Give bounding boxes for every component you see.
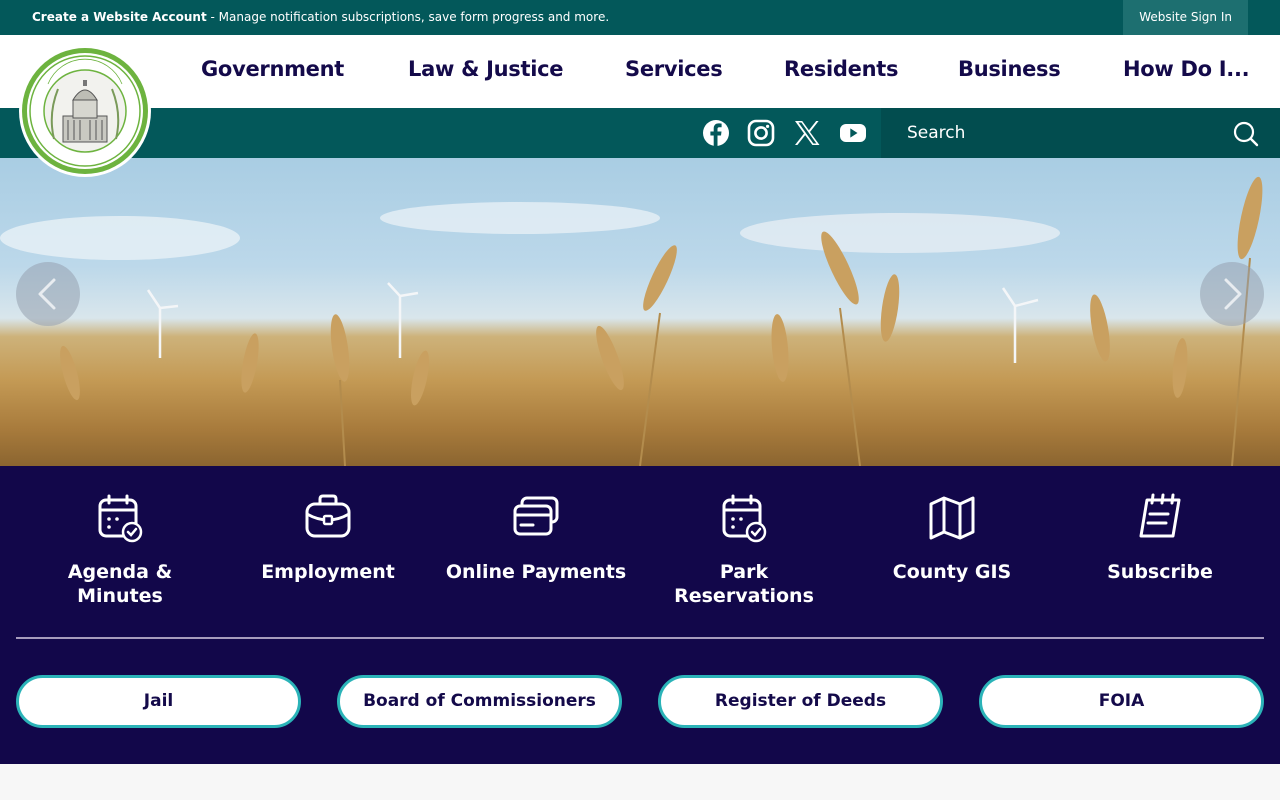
quick-link-park-reservations[interactable]: Park Reservations <box>649 492 839 608</box>
instagram-icon[interactable] <box>746 118 776 148</box>
quick-link-employment[interactable]: Employment <box>233 492 423 584</box>
facebook-icon[interactable] <box>701 118 731 148</box>
jail-button[interactable]: Jail <box>16 675 301 728</box>
calendar-check-icon <box>98 494 143 543</box>
create-account-link[interactable]: Create a Website Account <box>32 10 207 24</box>
quick-link-label: County GIS <box>892 561 1012 583</box>
quick-link-label: Online Payments <box>445 561 627 583</box>
quick-link-label: Employment <box>261 561 395 583</box>
chevron-left-icon <box>38 278 56 310</box>
quick-link-subscribe[interactable]: Subscribe <box>1065 492 1255 584</box>
search-box <box>881 108 1280 158</box>
quick-link-online-payments[interactable]: Online Payments <box>441 492 631 584</box>
section-divider <box>16 637 1264 639</box>
quick-link-label: Subscribe <box>1107 561 1213 583</box>
search-input[interactable] <box>881 108 1221 158</box>
account-message: Create a Website Account - Manage notifi… <box>32 10 609 24</box>
notepad-icon <box>1139 493 1181 538</box>
nav-services[interactable]: Services <box>625 57 723 81</box>
quick-link-county-gis[interactable]: County GIS <box>857 492 1047 584</box>
search-icon[interactable] <box>1232 120 1260 148</box>
account-message-text: - Manage notification subscriptions, sav… <box>206 10 610 24</box>
social-search-bar <box>0 108 1280 158</box>
nav-business[interactable]: Business <box>958 57 1061 81</box>
briefcase-icon <box>305 494 351 538</box>
hero-slideshow <box>0 158 1280 466</box>
quick-link-agenda-minutes[interactable]: Agenda & Minutes <box>25 492 215 608</box>
youtube-icon[interactable] <box>838 118 868 148</box>
next-section-strip <box>0 764 1280 800</box>
nav-how-do-i[interactable]: How Do I... <box>1123 57 1250 81</box>
site-header: Government Law & Justice Services Reside… <box>0 35 1280 108</box>
chevron-right-icon <box>1224 278 1242 310</box>
credit-cards-icon <box>513 496 559 536</box>
quick-link-label: Agenda & Minutes <box>67 561 173 607</box>
wheat-field-image <box>0 176 1263 466</box>
county-seal-logo[interactable] <box>18 44 152 178</box>
register-of-deeds-button[interactable]: Register of Deeds <box>658 675 943 728</box>
map-icon <box>929 496 975 540</box>
next-slide-button[interactable] <box>1200 262 1264 326</box>
quick-links-section: Agenda & Minutes Employment Online Payme… <box>0 466 1280 764</box>
utility-bar: Create a Website Account - Manage notifi… <box>0 0 1280 35</box>
nav-law-justice[interactable]: Law & Justice <box>408 57 563 81</box>
x-icon[interactable] <box>792 118 822 148</box>
nav-residents[interactable]: Residents <box>784 57 898 81</box>
quick-link-label: Park Reservations <box>674 561 814 607</box>
nav-government[interactable]: Government <box>201 57 344 81</box>
board-of-commissioners-button[interactable]: Board of Commissioners <box>337 675 622 728</box>
calendar-check-icon <box>722 494 767 543</box>
main-nav: Government Law & Justice Services Reside… <box>170 35 1280 108</box>
previous-slide-button[interactable] <box>16 262 80 326</box>
website-sign-in-button[interactable]: Website Sign In <box>1123 0 1248 35</box>
foia-button[interactable]: FOIA <box>979 675 1264 728</box>
